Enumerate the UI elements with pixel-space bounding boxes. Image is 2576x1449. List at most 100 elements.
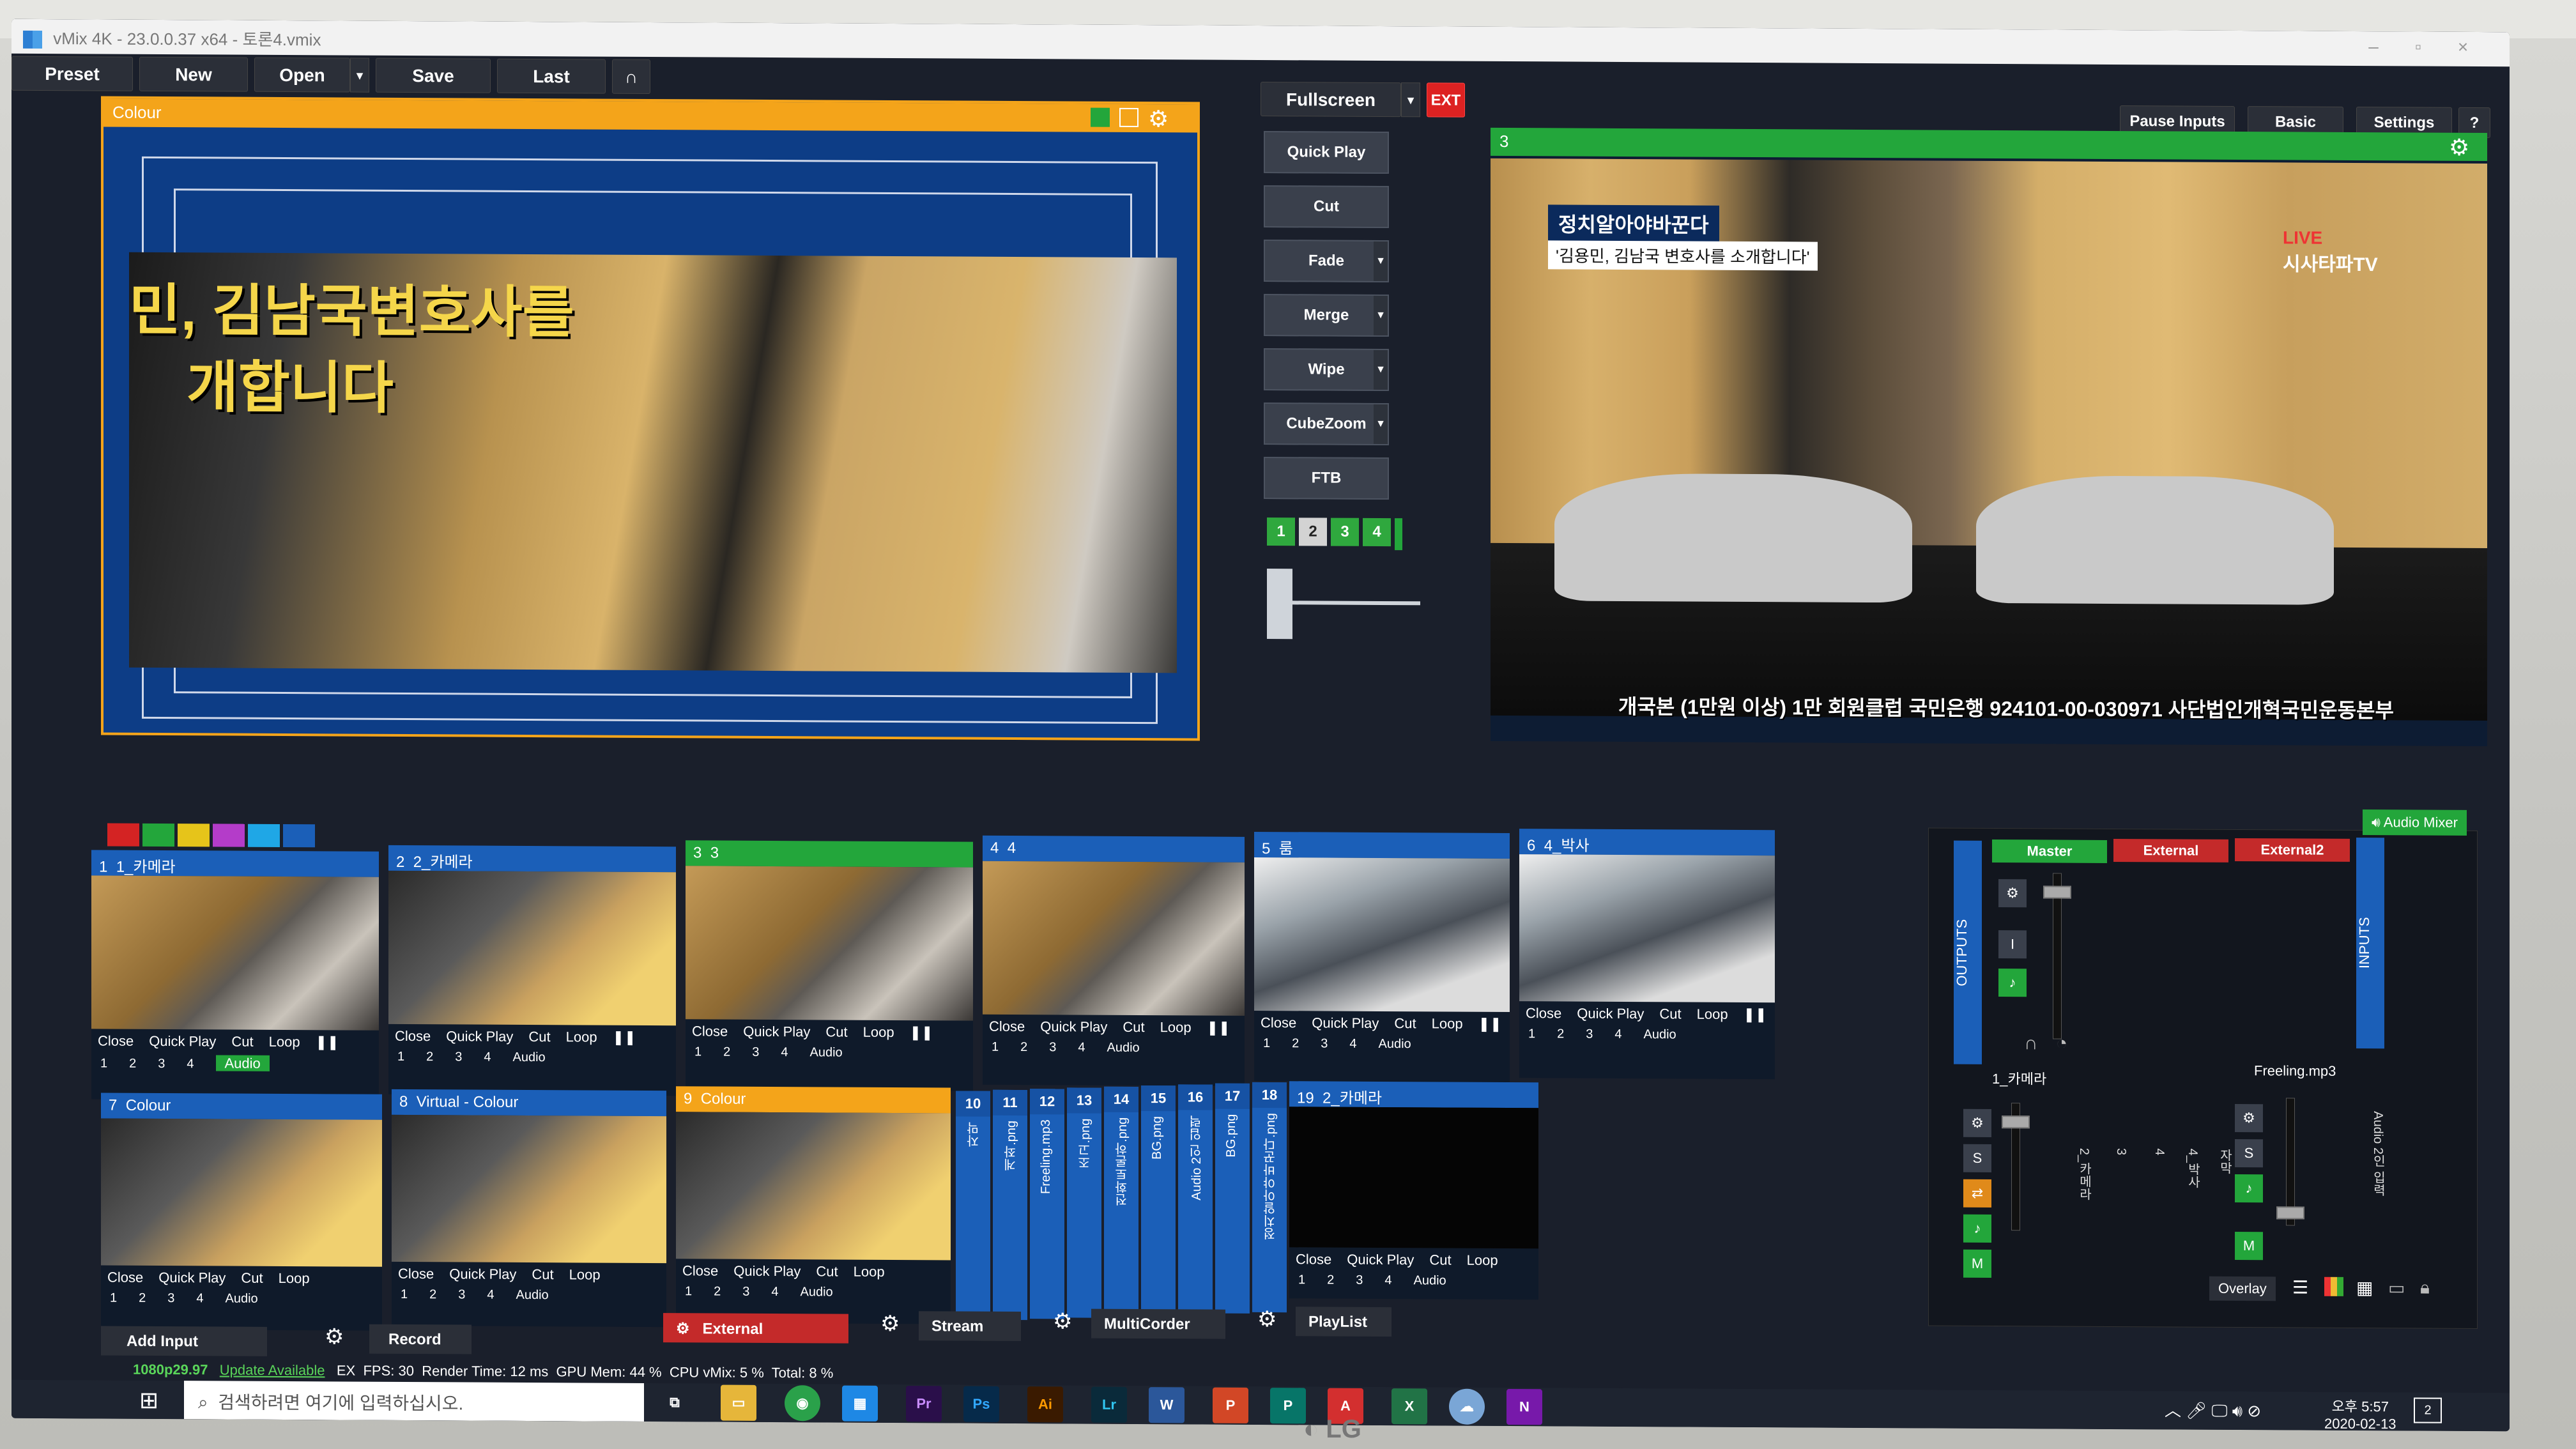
input-tile-1[interactable]: 1 1_카메라 Close Quick Play Cut Loop ❚❚ 1 2 3 4 Aud… (91, 850, 379, 1101)
master-header[interactable]: Master (1992, 839, 2107, 863)
input-tile-2[interactable]: 2 2_카메라 Close Quick Play Cut Loop ❚❚ 1 2 3 4 Aud… (388, 845, 676, 1096)
maximize-icon[interactable]: ▫ (2407, 36, 2429, 58)
overlay-4-button[interactable]: 4 (187, 1057, 194, 1071)
record-settings-gear-icon[interactable]: ⚙ (325, 1324, 344, 1349)
cloud-app-icon[interactable]: ☁ (1449, 1388, 1485, 1425)
taskbar-search-input[interactable]: ⌕ 검색하려면 여기에 입력하십시오. (184, 1381, 644, 1422)
open-button[interactable]: Open (254, 57, 350, 93)
overlay-2-button[interactable]: 2 (1020, 1040, 1027, 1054)
powerpoint-icon[interactable]: P (1213, 1387, 1248, 1423)
quick-play-button[interactable]: Quick Play (1040, 1018, 1107, 1035)
loop-button[interactable]: Loop (569, 1266, 601, 1282)
lightroom-icon[interactable]: Lr (1091, 1386, 1127, 1423)
pause-icon[interactable]: ❚❚ (1478, 1016, 1502, 1032)
windows-start-icon[interactable]: ⊞ (139, 1387, 158, 1414)
input-tile-13[interactable]: 13 조고.png (1067, 1087, 1101, 1318)
overlay-3-button[interactable]: 3 (167, 1291, 174, 1305)
channel-1-speaker-icon[interactable]: ♪ (1963, 1214, 1991, 1243)
pause-icon[interactable]: ❚❚ (910, 1024, 933, 1040)
new-button[interactable]: New (139, 56, 248, 92)
close-button[interactable]: Close (398, 1266, 434, 1282)
excel-icon[interactable]: X (1392, 1388, 1427, 1425)
ext-button[interactable]: EXT (1427, 82, 1465, 118)
multicorder-button[interactable]: MultiCorder (1091, 1308, 1225, 1339)
quick-play-button[interactable]: Quick Play (158, 1269, 226, 1286)
audio-button[interactable]: Audio (516, 1288, 549, 1302)
external-button[interactable]: ⚙ External (663, 1313, 848, 1344)
overlay-2-button[interactable]: 2 (1327, 1273, 1334, 1287)
photoshop-icon[interactable]: Ps (963, 1386, 999, 1422)
loop-button[interactable]: Loop (566, 1029, 597, 1045)
playlist-button[interactable]: PlayList (1296, 1307, 1392, 1337)
overlay-4-button[interactable]: 4 (484, 1050, 491, 1064)
master-pan-knob-icon[interactable]: ◔ (2056, 1033, 2067, 1055)
taskbar-clock[interactable]: 오후 5:57 2020-02-13 (2324, 1395, 2396, 1431)
loop-button[interactable]: Loop (1432, 1015, 1463, 1031)
transition-slot-4[interactable]: 4 (1363, 518, 1391, 547)
word-icon[interactable]: W (1149, 1387, 1184, 1423)
quick-play-button[interactable]: Quick Play (1347, 1252, 1414, 1268)
stream-button[interactable]: Stream (919, 1311, 1021, 1342)
overlay-4-button[interactable]: 4 (1349, 1037, 1356, 1051)
freeling-gear-icon[interactable]: ⚙ (2235, 1103, 2263, 1133)
t-bar-handle[interactable] (1267, 569, 1292, 640)
loop-button[interactable]: Loop (854, 1264, 885, 1280)
premiere-icon[interactable]: Pr (906, 1386, 942, 1422)
overlay-3-button[interactable]: 3 (1321, 1036, 1328, 1050)
update-available-link[interactable]: Update Available (220, 1361, 325, 1378)
input-tile-6[interactable]: 6 4_박사 Close Quick Play Cut Loop ❚❚ 1 2 3 4 Audi… (1519, 829, 1775, 1080)
close-button[interactable]: Close (1296, 1251, 1331, 1267)
input-thumbnail[interactable] (676, 1112, 951, 1261)
cubezoom-dropdown-icon[interactable]: ▼ (1374, 404, 1388, 445)
overlay-2-button[interactable]: 2 (129, 1057, 136, 1071)
overlay-4-button[interactable]: 4 (1384, 1273, 1392, 1287)
overlay-3-button[interactable]: 3 (158, 1057, 165, 1071)
channel-1-fader-knob[interactable] (2002, 1116, 2030, 1129)
colour-swatch-yellow[interactable] (178, 824, 210, 847)
overlay-1-button[interactable]: 1 (401, 1287, 408, 1301)
input-thumbnail[interactable] (388, 870, 676, 1026)
wipe-button[interactable]: Wipe ▼ (1264, 348, 1389, 392)
cubezoom-button[interactable]: CubeZoom ▼ (1264, 402, 1389, 446)
list-view-icon[interactable]: ☰ (2292, 1276, 2308, 1298)
file-explorer-icon[interactable]: ▭ (721, 1384, 756, 1421)
input-tile-15[interactable]: 15 BG.png (1141, 1085, 1176, 1316)
close-button[interactable]: Close (98, 1032, 134, 1048)
cut-button[interactable]: Cut (532, 1266, 553, 1282)
close-button[interactable]: Close (395, 1028, 431, 1044)
cut-button[interactable]: Cut (231, 1034, 253, 1050)
t-bar-track[interactable] (1292, 601, 1420, 606)
overlay-2-button[interactable]: 2 (714, 1285, 721, 1299)
audio-button[interactable]: Audio (1107, 1041, 1140, 1055)
channel-1-mute-button[interactable]: M (1963, 1249, 1991, 1278)
input-thumbnail[interactable] (983, 861, 1245, 1016)
pause-icon[interactable]: ❚❚ (1744, 1006, 1767, 1022)
overlay-4-button[interactable]: 4 (1614, 1027, 1621, 1041)
loop-button[interactable]: Loop (279, 1270, 310, 1286)
quick-play-button[interactable]: Quick Play (733, 1263, 801, 1280)
channel-1-arrow-icon[interactable]: ⇄ (1963, 1179, 1991, 1208)
input-tile-18[interactable]: 18 정치알아야바꾼다.png (1252, 1082, 1287, 1313)
notification-center-icon[interactable]: 2 (2414, 1397, 2442, 1423)
overlay-1-button[interactable]: 1 (685, 1284, 692, 1298)
outputs-tab[interactable]: OUTPUTS (1954, 840, 1982, 1064)
overlay-1-button[interactable]: 1 (100, 1056, 107, 1070)
headphones-icon[interactable]: ∩ (612, 59, 650, 94)
overlay-2-button[interactable]: 2 (139, 1291, 146, 1305)
audio-button[interactable]: Audio (1379, 1037, 1411, 1051)
overlay-1-button[interactable]: 1 (110, 1291, 117, 1305)
audio-button[interactable]: Audio (513, 1050, 546, 1064)
colour-swatch-green[interactable] (142, 823, 174, 847)
overlay-3-button[interactable]: 3 (455, 1050, 462, 1064)
merge-dropdown-icon[interactable]: ▼ (1374, 295, 1388, 336)
close-button[interactable]: Close (692, 1023, 728, 1039)
quick-play-button[interactable]: Quick Play (449, 1266, 516, 1282)
overlay-4-button[interactable]: 4 (487, 1288, 494, 1302)
quick-play-button[interactable]: Quick Play (1312, 1015, 1379, 1031)
preview-layout-icon[interactable] (1091, 107, 1110, 127)
overlay-1-button[interactable]: 1 (992, 1040, 999, 1054)
colour-swatch-blue[interactable] (283, 824, 315, 848)
loop-button[interactable]: Loop (1467, 1252, 1498, 1268)
cut-button[interactable]: Cut (1429, 1252, 1451, 1268)
freeling-fader-knob[interactable] (2276, 1206, 2304, 1220)
